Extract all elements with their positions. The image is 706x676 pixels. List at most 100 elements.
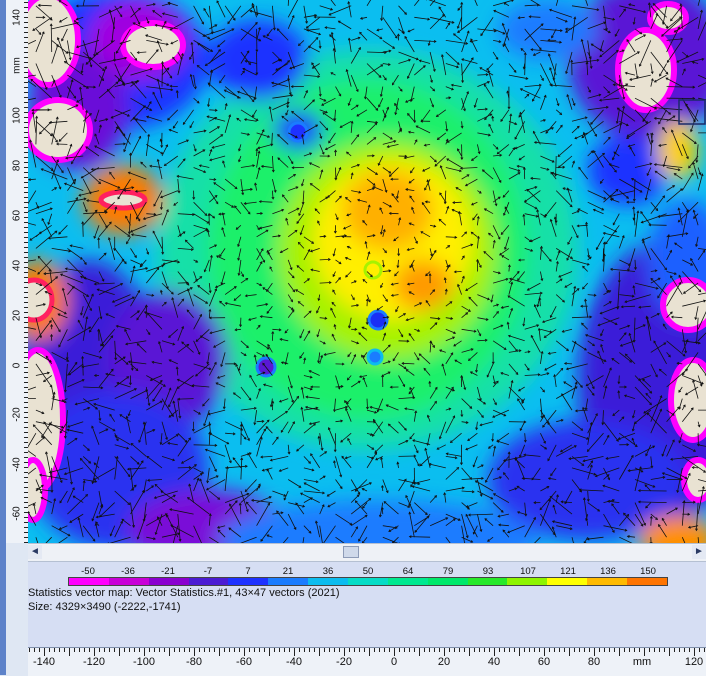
- ruler-tick: [134, 648, 135, 652]
- colormap-label: 93: [468, 566, 508, 577]
- colormap-swatch: [507, 578, 547, 585]
- colormap-swatch: [348, 578, 388, 585]
- vector-arrow: [453, 202, 462, 203]
- ruler-tick: [219, 648, 220, 656]
- colormap-label: 50: [348, 566, 388, 577]
- ruler-tick: [199, 648, 200, 652]
- horizontal-ruler-label: 40: [488, 656, 500, 668]
- vertical-ruler-label: 40: [12, 255, 23, 277]
- ruler-tick: [649, 648, 650, 652]
- ruler-tick: [114, 648, 115, 652]
- ruler-tick: [149, 648, 150, 652]
- vertical-ruler-label: -20: [12, 404, 23, 426]
- colormap-label: -21: [148, 566, 188, 577]
- ruler-tick: [284, 648, 285, 652]
- ruler-tick: [429, 648, 430, 652]
- ruler-tick: [129, 648, 130, 652]
- scroll-thumb[interactable]: [343, 546, 359, 558]
- vector-map-plot[interactable]: [28, 0, 706, 543]
- vector-arrow: [83, 222, 84, 237]
- ruler-tick: [639, 648, 640, 652]
- ruler-tick: [174, 648, 175, 652]
- horizontal-ruler-label: -140: [33, 656, 55, 668]
- colormap-swatch: [189, 578, 229, 585]
- ruler-tick: [679, 648, 680, 652]
- ruler-tick: [264, 648, 265, 652]
- horizontal-ruler-label: 60: [538, 656, 550, 668]
- ruler-tick: [559, 648, 560, 652]
- ruler-tick: [684, 648, 685, 652]
- ruler-tick: [534, 648, 535, 652]
- vector-arrow: [414, 110, 415, 123]
- colormap-swatch: [587, 578, 627, 585]
- ruler-tick: [334, 648, 335, 652]
- horizontal-ruler-label: -120: [83, 656, 105, 668]
- ruler-tick: [339, 648, 340, 652]
- horizontal-ruler-label: -60: [236, 656, 252, 668]
- ruler-tick: [604, 648, 605, 652]
- ruler-tick: [574, 648, 575, 652]
- app-window: 140mm100806040200-20-40-60: [0, 0, 706, 675]
- ruler-tick: [499, 648, 500, 652]
- ruler-tick: [519, 648, 520, 656]
- map-size-line: Size: 4329×3490 (-2222,-1741): [28, 601, 181, 613]
- vertical-ruler-label: 0: [12, 355, 23, 377]
- vertical-ruler-label: 140: [12, 7, 23, 29]
- colormap-swatch: [228, 578, 268, 585]
- vector-arrow: [272, 332, 273, 341]
- ruler-tick: [589, 648, 590, 652]
- ruler-tick: [194, 648, 195, 656]
- ruler-tick: [259, 648, 260, 652]
- colormap-label: 79: [428, 566, 468, 577]
- ruler-tick: [209, 648, 210, 652]
- ruler-tick: [619, 648, 620, 656]
- ruler-tick: [384, 648, 385, 652]
- ruler-tick: [689, 648, 690, 652]
- ruler-tick: [354, 648, 355, 652]
- ruler-tick: [629, 648, 630, 652]
- ruler-tick: [349, 648, 350, 652]
- colormap-swatch: [109, 578, 149, 585]
- ruler-tick: [144, 648, 145, 656]
- ruler-tick: [374, 648, 375, 652]
- ruler-tick: [544, 648, 545, 656]
- ruler-tick: [124, 648, 125, 652]
- vector-arrow: [51, 24, 52, 52]
- ruler-tick: [84, 648, 85, 652]
- horizontal-ruler-label: -100: [133, 656, 155, 668]
- ruler-tick: [584, 648, 585, 652]
- ruler-tick: [249, 648, 250, 652]
- colormap-label: 107: [508, 566, 548, 577]
- ruler-tick: [274, 648, 275, 652]
- ruler-tick: [669, 648, 670, 656]
- scroll-right-button[interactable]: ►: [692, 545, 706, 559]
- colormap-swatch: [308, 578, 348, 585]
- ruler-tick: [489, 648, 490, 652]
- ruler-tick: [439, 648, 440, 652]
- ruler-tick: [294, 648, 295, 656]
- vertical-ruler-label: 60: [12, 205, 23, 227]
- ruler-tick: [109, 648, 110, 652]
- ruler-tick: [34, 648, 35, 652]
- vertical-ruler-label: 100: [12, 105, 23, 127]
- ruler-tick: [469, 648, 470, 656]
- ruler-tick: [494, 648, 495, 656]
- ruler-tick: [564, 648, 565, 652]
- vertical-ruler-label: -40: [12, 454, 23, 476]
- vertical-ruler-label: mm: [12, 55, 23, 77]
- ruler-tick: [409, 648, 410, 652]
- ruler-tick: [49, 648, 50, 652]
- ruler-tick: [479, 648, 480, 652]
- scroll-left-button[interactable]: ◄: [28, 545, 42, 559]
- ruler-tick: [664, 648, 665, 652]
- ruler-tick: [634, 648, 635, 652]
- horizontal-scrollbar[interactable]: ◄ ►: [28, 543, 706, 562]
- ruler-tick: [39, 648, 40, 652]
- ruler-tick: [404, 648, 405, 652]
- ruler-tick: [424, 648, 425, 652]
- map-info-line: Statistics vector map: Vector Statistics…: [28, 587, 340, 599]
- colormap-label: -7: [188, 566, 228, 577]
- vertical-ruler-label: -60: [12, 503, 23, 525]
- ruler-tick: [319, 648, 320, 656]
- ruler-tick: [289, 648, 290, 652]
